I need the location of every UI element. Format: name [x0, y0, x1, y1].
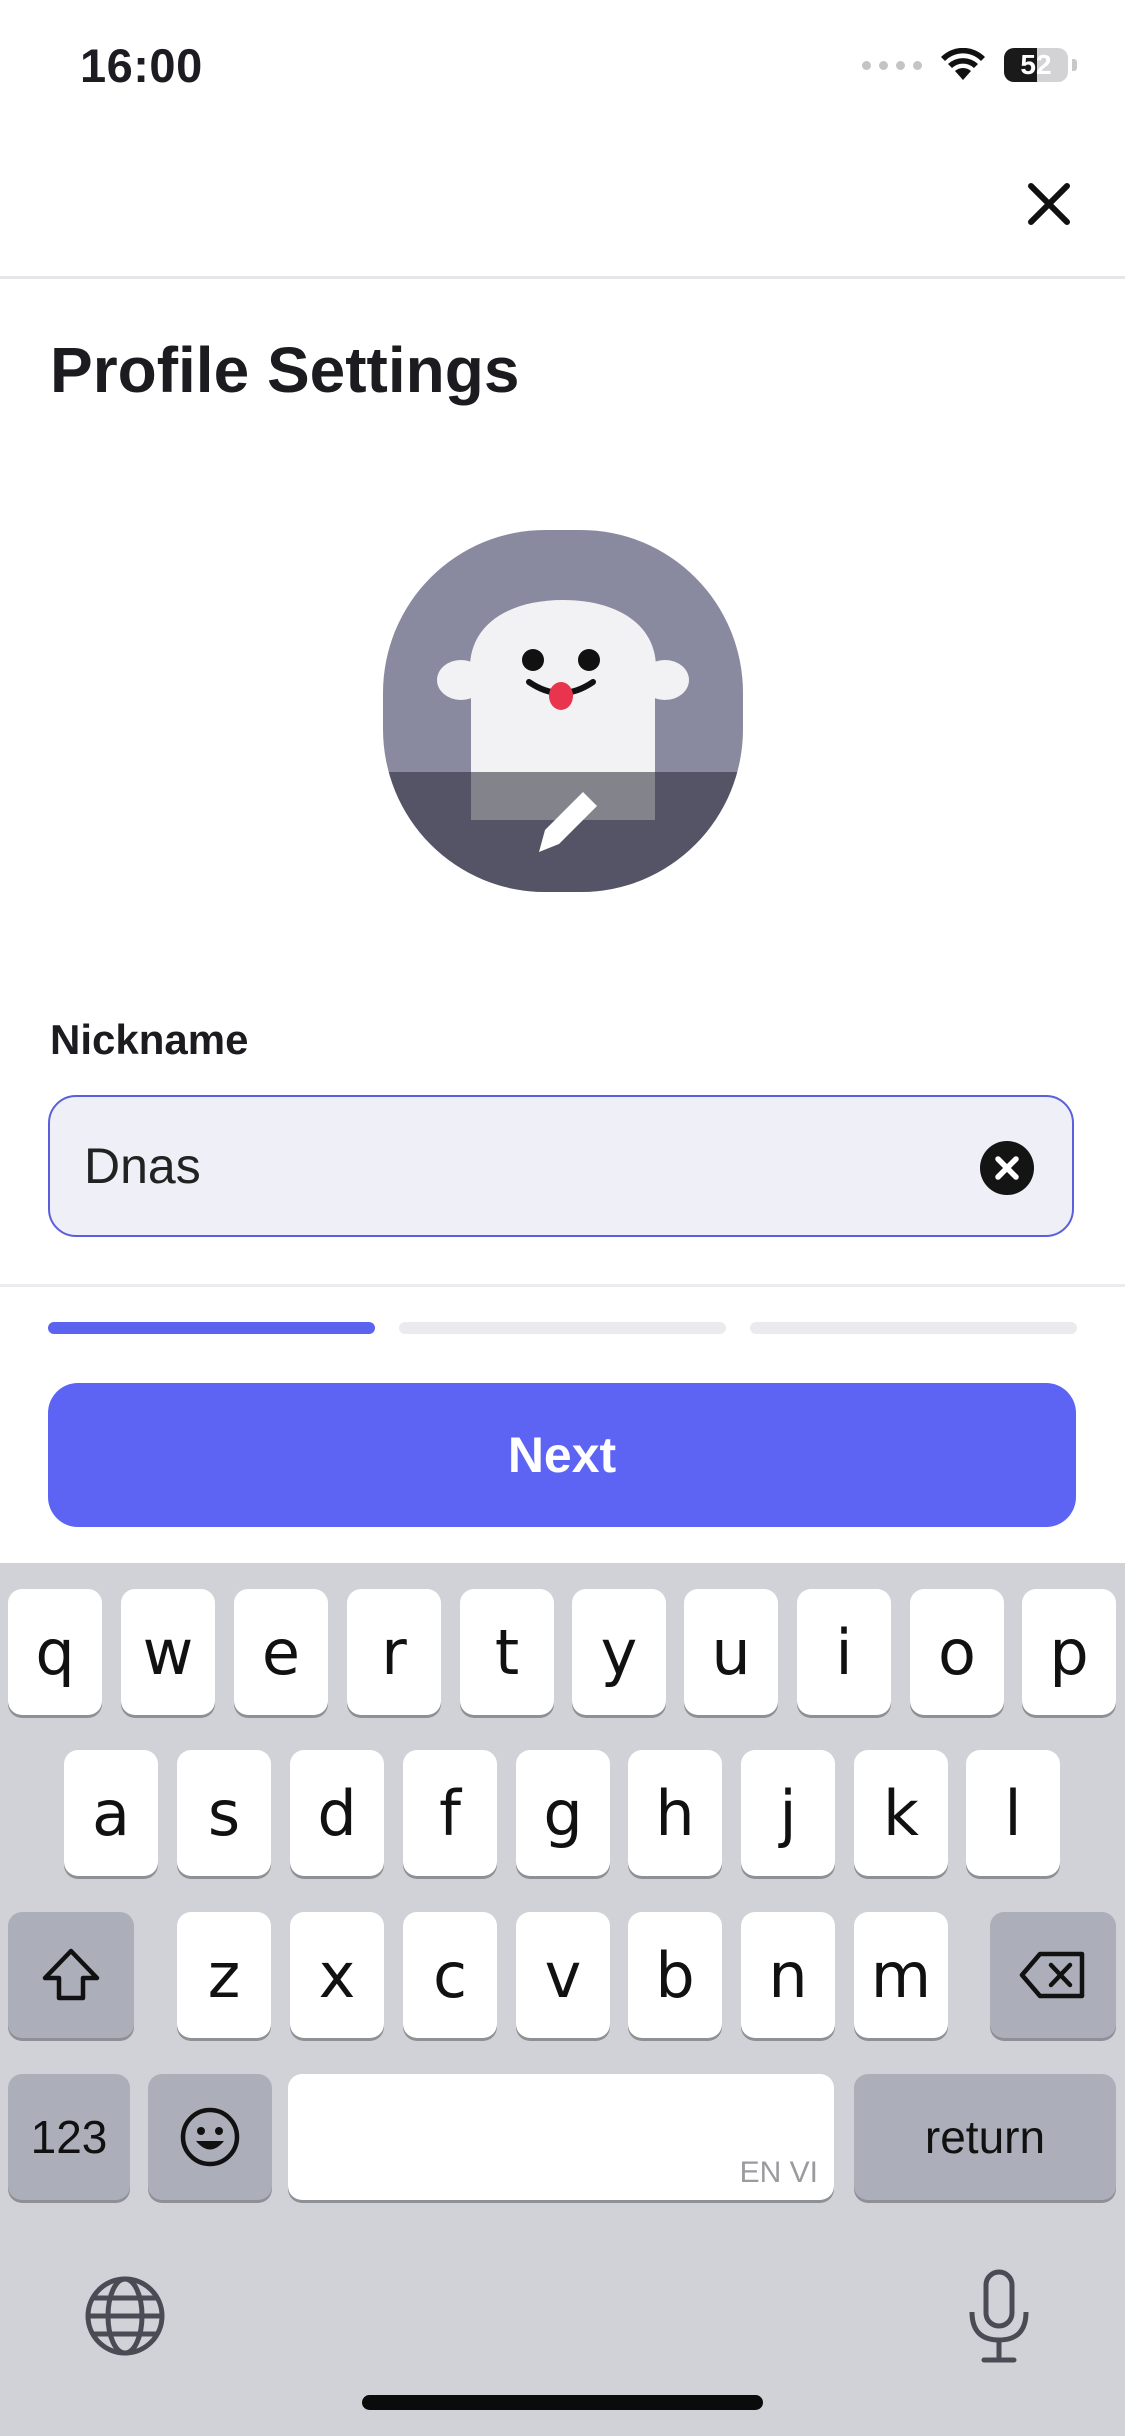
progress-step-3 — [750, 1322, 1077, 1334]
backspace-key[interactable] — [990, 1912, 1116, 2038]
microphone-icon — [969, 2269, 1029, 2363]
numbers-key[interactable]: 123 — [8, 2074, 130, 2200]
key-t[interactable]: t — [460, 1589, 554, 1715]
shift-key[interactable] — [8, 1912, 134, 2038]
wifi-icon — [941, 48, 985, 80]
key-k[interactable]: k — [854, 1750, 948, 1876]
nickname-label: Nickname — [50, 1016, 249, 1063]
space-key[interactable]: EN VI — [288, 2074, 834, 2200]
key-o[interactable]: o — [910, 1589, 1004, 1715]
key-b[interactable]: b — [628, 1912, 722, 2038]
emoji-icon — [180, 2107, 240, 2167]
key-y[interactable]: y — [572, 1589, 666, 1715]
space-language-label: EN VI — [739, 2156, 818, 2189]
shift-icon — [42, 1948, 100, 2001]
globe-icon — [85, 2276, 165, 2356]
battery-level: 52 — [1020, 49, 1052, 80]
key-g[interactable]: g — [516, 1750, 610, 1876]
key-x[interactable]: x — [290, 1912, 384, 2038]
key-h[interactable]: h — [628, 1750, 722, 1876]
key-e[interactable]: e — [234, 1589, 328, 1715]
status-icons: 52 — [862, 48, 1077, 82]
key-f[interactable]: f — [403, 1750, 497, 1876]
progress-step-2 — [399, 1322, 726, 1334]
emoji-key[interactable] — [148, 2074, 272, 2200]
signal-icon — [862, 60, 922, 70]
header-divider — [0, 276, 1125, 279]
pencil-icon — [539, 792, 597, 852]
key-d[interactable]: d — [290, 1750, 384, 1876]
next-button[interactable]: Next — [48, 1383, 1076, 1527]
nickname-input[interactable] — [84, 1097, 964, 1235]
page-title: Profile Settings — [50, 334, 520, 406]
battery-cap — [1072, 59, 1077, 71]
clear-button[interactable] — [980, 1141, 1034, 1195]
key-v[interactable]: v — [516, 1912, 610, 2038]
key-l[interactable]: l — [966, 1750, 1060, 1876]
key-i[interactable]: i — [797, 1589, 891, 1715]
home-indicator — [362, 2395, 763, 2410]
nickname-field-container — [48, 1095, 1074, 1237]
microphone-button[interactable] — [964, 2268, 1034, 2366]
key-m[interactable]: m — [854, 1912, 948, 2038]
key-z[interactable]: z — [177, 1912, 271, 2038]
key-j[interactable]: j — [741, 1750, 835, 1876]
return-key[interactable]: return — [854, 2074, 1116, 2200]
battery-icon: 52 — [1004, 48, 1068, 82]
progress-step-1 — [48, 1322, 375, 1334]
section-divider — [0, 1284, 1125, 1287]
clear-icon — [995, 1156, 1019, 1180]
key-c[interactable]: c — [403, 1912, 497, 2038]
avatar-edit-button[interactable] — [383, 530, 743, 892]
key-s[interactable]: s — [177, 1750, 271, 1876]
keyboard: q w e r t y u i o p a s d f g h j k l z … — [0, 1563, 1125, 2436]
key-r[interactable]: r — [347, 1589, 441, 1715]
key-u[interactable]: u — [684, 1589, 778, 1715]
close-button[interactable] — [1021, 176, 1077, 232]
status-time: 16:00 — [80, 39, 203, 92]
globe-button[interactable] — [84, 2275, 166, 2357]
key-q[interactable]: q — [8, 1589, 102, 1715]
key-n[interactable]: n — [741, 1912, 835, 2038]
backspace-icon — [1019, 1951, 1085, 1999]
key-p[interactable]: p — [1022, 1589, 1116, 1715]
close-icon — [1028, 183, 1070, 225]
key-w[interactable]: w — [121, 1589, 215, 1715]
key-a[interactable]: a — [64, 1750, 158, 1876]
